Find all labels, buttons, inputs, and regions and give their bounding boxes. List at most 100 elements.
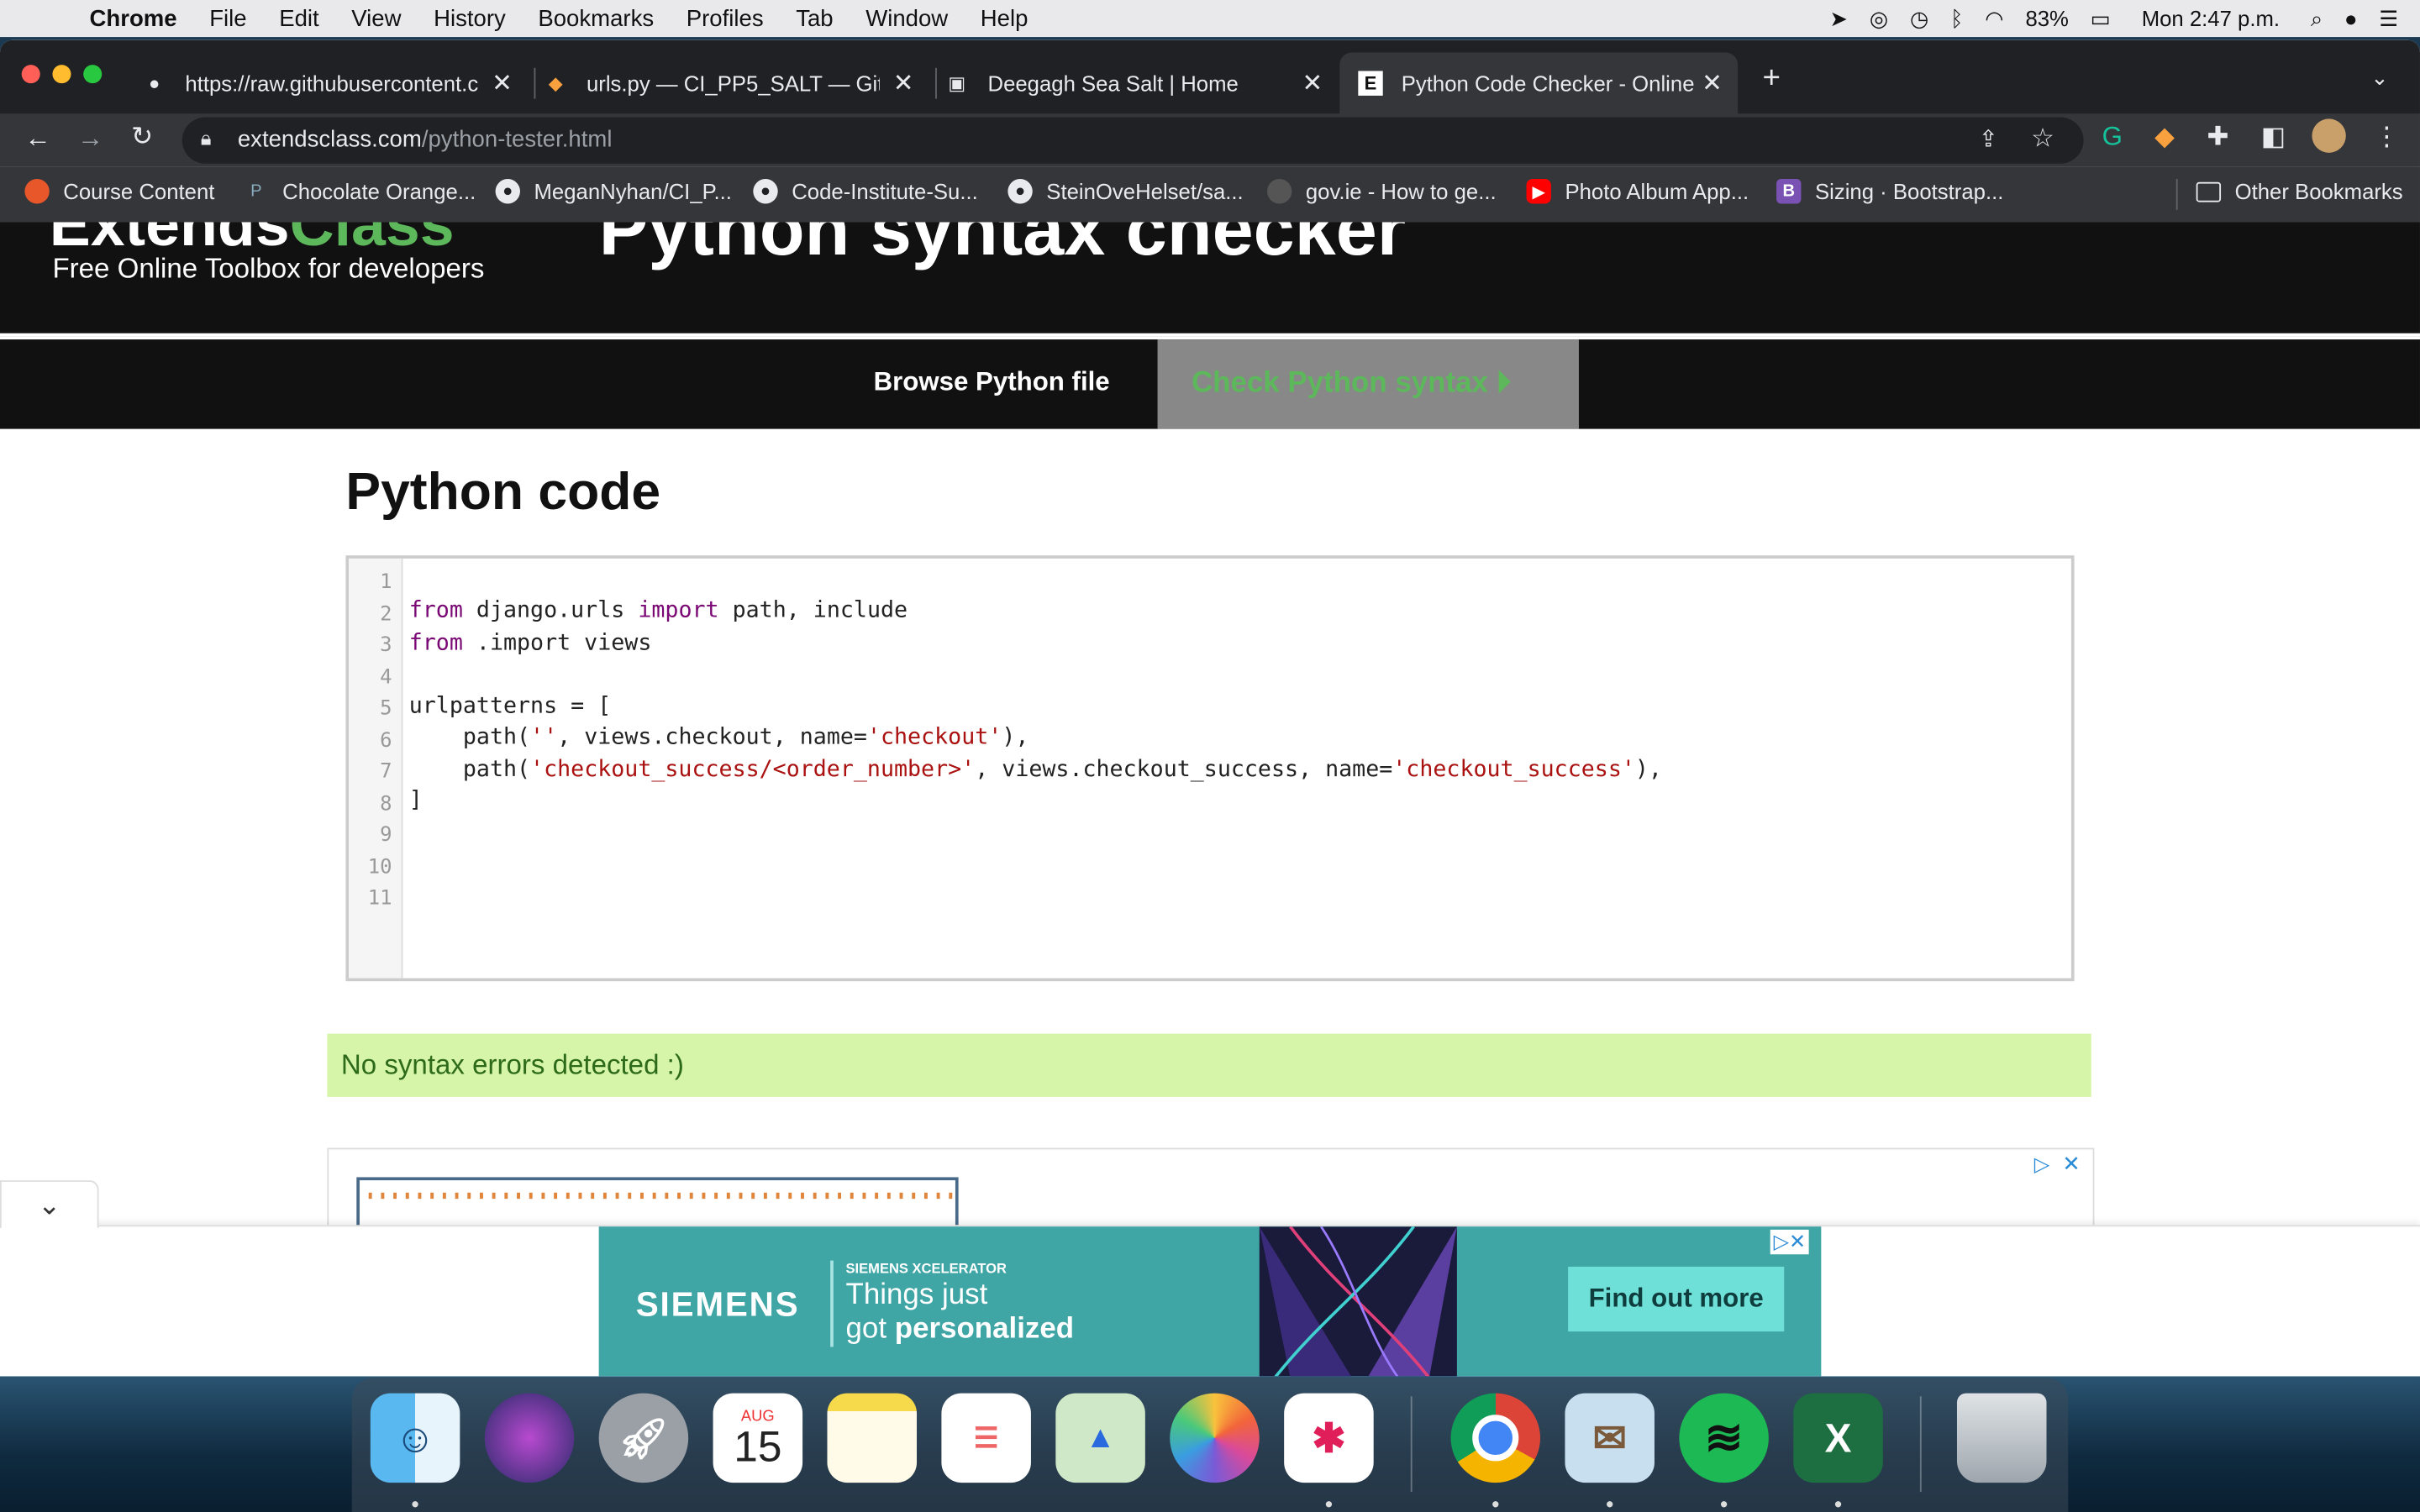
- close-window-button[interactable]: [21, 65, 40, 84]
- siri-icon[interactable]: [484, 1393, 575, 1483]
- github-icon: ●: [149, 72, 160, 95]
- battery-percentage[interactable]: 83%: [2025, 6, 2068, 30]
- chrome-menu-icon[interactable]: ⋮: [2374, 122, 2400, 153]
- github-icon: ●: [753, 179, 778, 204]
- menu-window[interactable]: Window: [865, 5, 948, 31]
- browser-toolbar: ← → ↻ 🔒︎ extendsclass.com/python-tester.…: [0, 113, 2420, 167]
- menu-profiles[interactable]: Profiles: [687, 5, 764, 31]
- bookmark-other-bookmarks[interactable]: Other Bookmarks: [2196, 179, 2403, 203]
- lock-icon[interactable]: 🔒︎: [201, 127, 212, 151]
- siri-icon[interactable]: ●: [2344, 6, 2358, 30]
- address-bar[interactable]: 🔒︎ extendsclass.com/python-tester.html ⇪…: [182, 117, 2084, 164]
- adchoices-icon[interactable]: ▷: [2034, 1152, 2049, 1177]
- bookmark-gov-ie[interactable]: gov.ie - How to ge...: [1266, 179, 1497, 204]
- check-python-syntax-button[interactable]: Check Python syntax ⏵: [1157, 339, 1579, 429]
- new-tab-icon[interactable]: +: [1763, 61, 1781, 97]
- url-text[interactable]: extendsclass.com/python-tester.html: [238, 127, 613, 153]
- section-title: Python code: [345, 463, 661, 522]
- bookmark-photo-album[interactable]: ▶ Photo Album App...: [1526, 179, 1749, 204]
- share-icon[interactable]: ⇪: [1979, 125, 1998, 153]
- macos-dock: ☺ 🚀︎ AUG 15 ☰ ▲ ✱ ✉ ≋ X: [351, 1378, 2069, 1512]
- site-tagline: Free Online Toolbox for developers: [52, 253, 485, 284]
- notes-icon[interactable]: [827, 1393, 918, 1483]
- close-tab-icon[interactable]: ✕: [893, 68, 914, 99]
- minimize-window-button[interactable]: [52, 65, 71, 84]
- tab-python-code-checker[interactable]: E Python Code Checker - Online ✕: [1339, 52, 1739, 114]
- excel-icon[interactable]: X: [1793, 1393, 1883, 1483]
- menu-history[interactable]: History: [434, 5, 506, 31]
- calendar-day: 15: [734, 1421, 782, 1470]
- time-machine-icon[interactable]: ◷: [1910, 5, 1928, 31]
- back-icon[interactable]: ←: [24, 123, 50, 155]
- close-ad-icon[interactable]: ✕: [2062, 1151, 2081, 1177]
- reminders-icon[interactable]: ☰: [941, 1393, 1031, 1483]
- tab-title: Deegagh Sea Salt | Home: [987, 71, 1239, 96]
- tab-gitpod[interactable]: ◆ urls.py — CI_PP5_SALT — Gitp ✕: [544, 52, 929, 113]
- bookmark-steinovehelset[interactable]: ● SteinOveHelset/sa...: [1007, 179, 1244, 204]
- menu-edit[interactable]: Edit: [279, 5, 318, 31]
- zoom-window-button[interactable]: [83, 65, 103, 84]
- code-line-8: ]: [408, 788, 423, 813]
- creative-cloud-icon[interactable]: ◎: [1870, 5, 1888, 31]
- collapse-ad-chevron-icon[interactable]: ⌄: [0, 1180, 99, 1229]
- tab-title: https://raw.githubusercontent.c: [185, 71, 479, 96]
- clock[interactable]: Mon 2:47 p.m.: [2142, 6, 2280, 30]
- gitpod-extension-icon[interactable]: ◆: [2154, 122, 2175, 153]
- menu-file[interactable]: File: [209, 5, 246, 31]
- menu-view[interactable]: View: [351, 5, 401, 31]
- bookmark-star-icon[interactable]: ☆: [2031, 123, 2054, 155]
- siemens-ad-banner[interactable]: SIEMENS SIEMENS XCELERATOR Things just g…: [598, 1226, 1822, 1377]
- site-header: ExtendsClass Free Online Toolbox for dev…: [0, 222, 2420, 333]
- bookmark-code-institute[interactable]: ● Code-Institute-Su...: [753, 179, 978, 204]
- find-out-more-button[interactable]: Find out more: [1568, 1266, 1785, 1332]
- ad-close-icon[interactable]: ▷✕: [1770, 1229, 1809, 1255]
- macos-menu-bar: Chrome File Edit View History Bookmarks …: [0, 0, 2420, 38]
- location-icon[interactable]: ➤: [1830, 5, 1849, 31]
- calendar-icon[interactable]: AUG 15: [713, 1393, 803, 1483]
- close-tab-icon[interactable]: ✕: [492, 68, 513, 99]
- line-number: 5: [380, 697, 392, 721]
- syntax-result-text: No syntax errors detected :): [340, 1048, 684, 1080]
- menu-tab[interactable]: Tab: [796, 5, 833, 31]
- bookmark-label: SteinOveHelset/sa...: [1046, 179, 1244, 204]
- bookmark-chocolate-orange[interactable]: P Chocolate Orange...: [244, 179, 476, 203]
- tab-github-raw[interactable]: ● https://raw.githubusercontent.c ✕: [142, 52, 528, 113]
- battery-icon[interactable]: ▭: [2091, 5, 2111, 31]
- menu-bookmarks[interactable]: Bookmarks: [538, 5, 654, 31]
- close-tab-icon[interactable]: ✕: [1302, 68, 1323, 99]
- forward-icon[interactable]: →: [77, 123, 103, 155]
- side-panel-icon[interactable]: ◧: [2261, 122, 2286, 153]
- control-center-icon[interactable]: ☰: [2379, 5, 2398, 31]
- tab-search-chevron-icon[interactable]: ⌄: [2370, 65, 2389, 91]
- browse-python-file-button[interactable]: Browse Python file: [874, 367, 1110, 398]
- menu-app-name[interactable]: Chrome: [90, 5, 177, 31]
- wifi-icon[interactable]: ◠: [1985, 5, 2003, 31]
- grammarly-icon[interactable]: G: [2102, 122, 2123, 153]
- trash-icon[interactable]: [1956, 1393, 2047, 1483]
- extensions-puzzle-icon[interactable]: ✚: [2207, 122, 2229, 153]
- line-number: 8: [380, 792, 392, 816]
- profile-avatar[interactable]: [2312, 118, 2346, 153]
- slack-icon[interactable]: ✱: [1284, 1393, 1374, 1483]
- code-editor[interactable]: 1 2 3 4 5 6 7 8 9 10 11 from django.urls…: [345, 555, 2075, 982]
- line-number: 2: [380, 602, 392, 626]
- close-tab-icon[interactable]: ✕: [1702, 68, 1723, 99]
- bluetooth-icon[interactable]: ᛒ: [1950, 6, 1963, 30]
- bookmark-course-content[interactable]: Course Content: [24, 179, 215, 204]
- launchpad-icon[interactable]: 🚀︎: [598, 1393, 689, 1483]
- menu-help[interactable]: Help: [981, 5, 1028, 31]
- mail-icon[interactable]: ✉: [1565, 1393, 1655, 1483]
- bookmarks-bar: Course Content P Chocolate Orange... ● M…: [0, 166, 2420, 224]
- maps-icon[interactable]: ▲: [1055, 1393, 1145, 1483]
- tab-deegagh-sea-salt[interactable]: ▣ Deegagh Sea Salt | Home ✕: [944, 52, 1338, 113]
- finder-icon[interactable]: ☺: [370, 1393, 460, 1483]
- chrome-icon[interactable]: [1450, 1393, 1541, 1483]
- reload-icon[interactable]: ↻: [131, 122, 153, 153]
- spotify-icon[interactable]: ≋: [1679, 1393, 1769, 1483]
- bookmark-megannyhan[interactable]: ● MeganNyhan/CI_P...: [495, 179, 732, 204]
- bookmark-label: Course Content: [63, 179, 215, 204]
- bookmark-bootstrap-sizing[interactable]: B Sizing · Bootstrap...: [1776, 179, 2003, 204]
- photos-icon[interactable]: [1170, 1393, 1260, 1483]
- spotlight-search-icon[interactable]: ⌕: [2311, 5, 2323, 31]
- chrome-window: ● https://raw.githubusercontent.c ✕ ◆ ur…: [0, 39, 2420, 1377]
